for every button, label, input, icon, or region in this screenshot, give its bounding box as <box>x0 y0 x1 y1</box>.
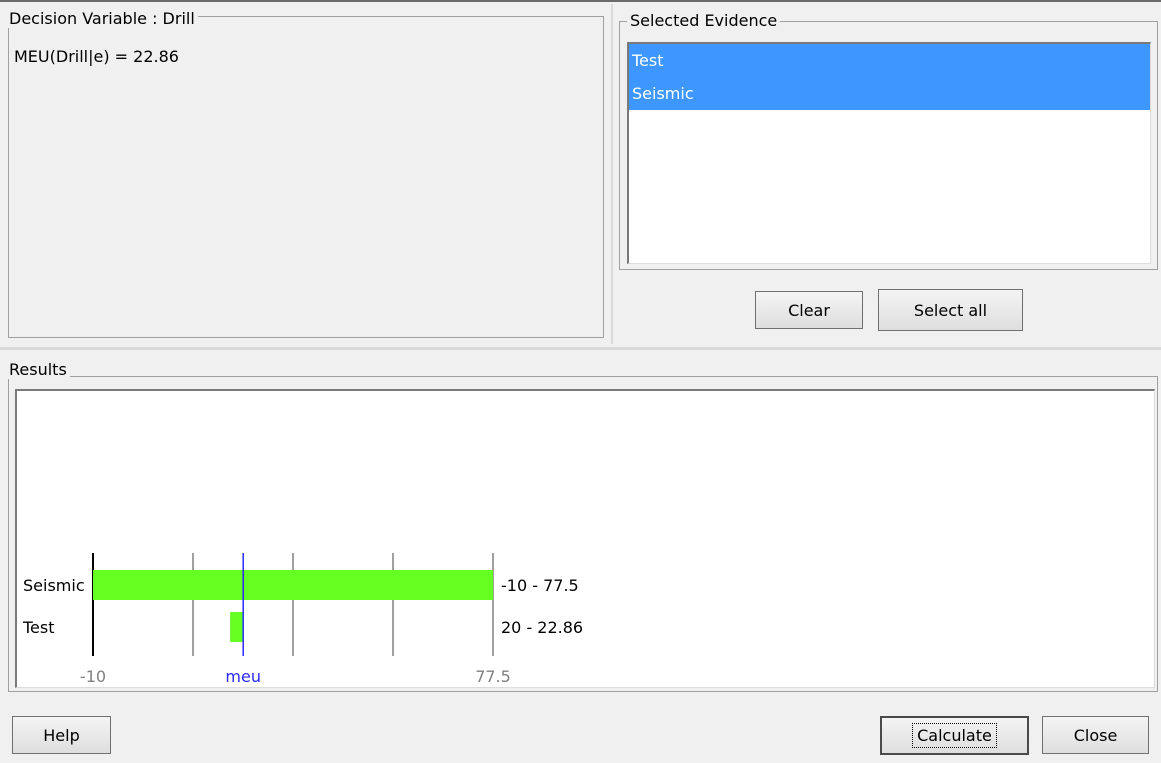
select-all-button[interactable]: Select all <box>878 289 1023 331</box>
evidence-listbox[interactable]: Test Seismic <box>627 42 1151 264</box>
bar-test <box>230 612 244 642</box>
range-label-test: 20 - 22.86 <box>501 618 583 637</box>
clear-button[interactable]: Clear <box>755 291 863 329</box>
results-chart: Seismic -10 - 77.5 Test 20 - 22.86 -10 77.5 me… <box>22 553 583 686</box>
panel-separator <box>611 4 613 344</box>
close-button[interactable]: Close <box>1042 716 1149 754</box>
x-tick-label-min: -10 <box>80 667 106 686</box>
results-legend: Results <box>6 361 70 379</box>
results-chart-area: Seismic -10 - 77.5 Test 20 - 22.86 -10 77.5 me… <box>15 389 1155 688</box>
range-label-seismic: -10 - 77.5 <box>501 576 579 595</box>
calculate-button[interactable]: Calculate <box>880 716 1029 755</box>
category-label-test: Test <box>22 618 55 637</box>
meu-label: meu <box>225 667 261 686</box>
selected-evidence-legend: Selected Evidence <box>627 12 781 30</box>
decision-variable-legend: Decision Variable : Drill <box>6 10 198 28</box>
evidence-item-seismic[interactable]: Seismic <box>629 77 1150 110</box>
evidence-item-test[interactable]: Test <box>629 44 1150 77</box>
category-label-seismic: Seismic <box>23 576 85 595</box>
help-button[interactable]: Help <box>12 716 111 754</box>
meu-result-text: MEU(Drill|e) = 22.86 <box>14 47 179 66</box>
section-separator <box>0 347 1161 350</box>
calculate-button-label: Calculate <box>912 723 997 748</box>
window-top-edge <box>0 0 1161 2</box>
x-tick-label-max: 77.5 <box>475 667 511 686</box>
bar-seismic <box>93 570 493 600</box>
